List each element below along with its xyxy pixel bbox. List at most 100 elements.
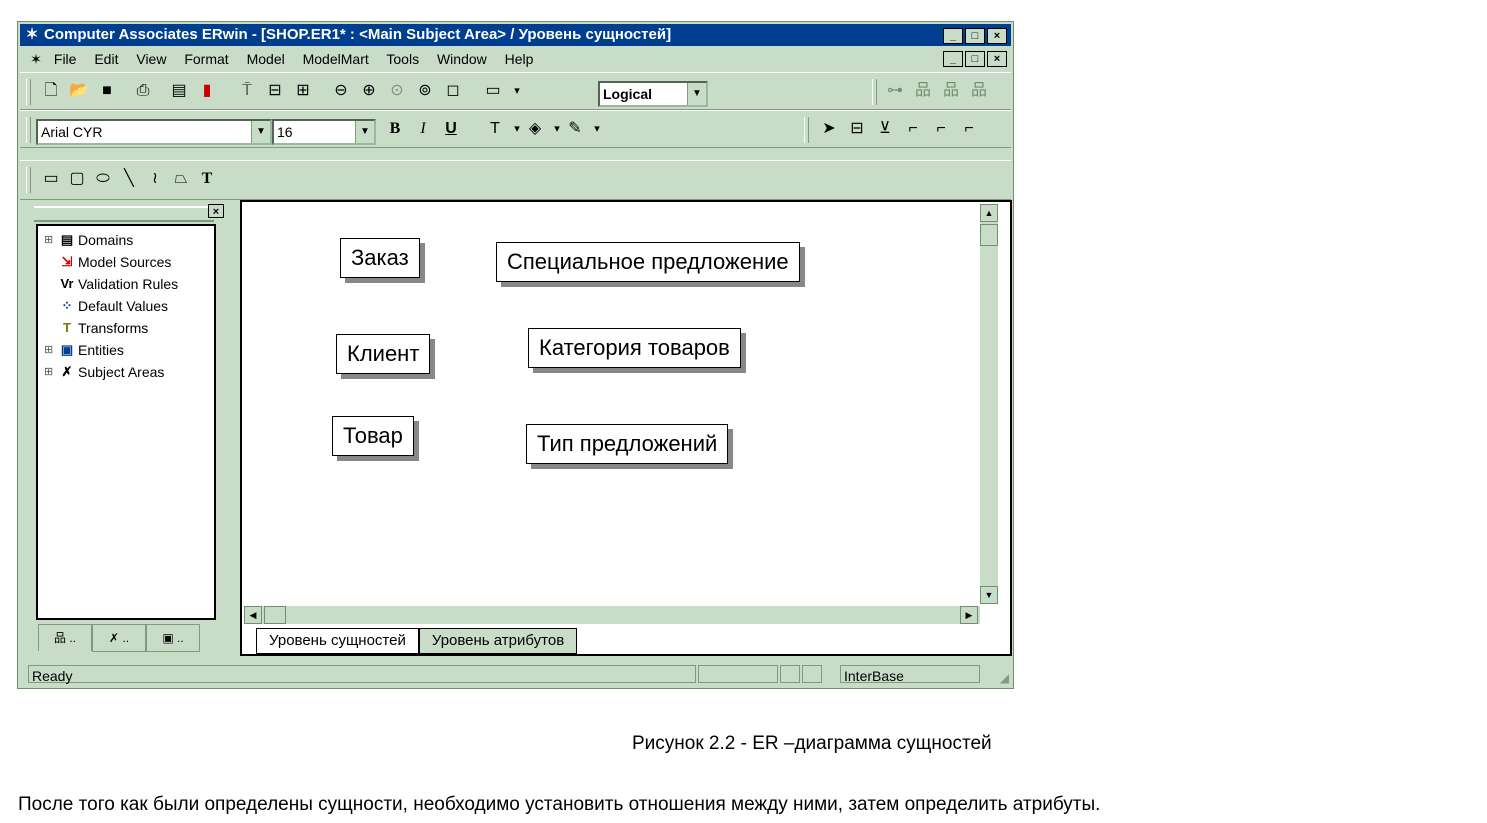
entity-box[interactable]: Специальное предложение	[496, 242, 800, 282]
toolbar-grip[interactable]	[26, 79, 31, 105]
entity-box[interactable]: Клиент	[336, 334, 431, 374]
scroll-down-icon[interactable]: ▼	[980, 586, 998, 604]
resize-grip-icon[interactable]: ◢	[1000, 668, 1009, 688]
toolbar-grip[interactable]	[26, 167, 31, 193]
save-icon[interactable]: ■	[96, 80, 118, 102]
entity-tool-icon[interactable]: ⊟	[846, 118, 868, 140]
expand-icon[interactable]: ⊞	[44, 362, 56, 382]
validation-rules-icon: Vr	[60, 276, 74, 291]
menu-file[interactable]: File	[54, 51, 77, 67]
toolbar-grip[interactable]	[872, 79, 877, 105]
pen-color-icon[interactable]: ✎	[564, 118, 586, 140]
doc-close-button[interactable]: ×	[987, 51, 1007, 67]
diagram-canvas[interactable]: Заказ Специальное предложение Клиент Кат…	[246, 204, 980, 606]
zoom-in-icon[interactable]: ⊕	[358, 80, 380, 102]
menu-view[interactable]: View	[136, 51, 166, 67]
zoom-out-icon[interactable]: ⊖	[330, 80, 352, 102]
zoom-normal-icon[interactable]: ⊙	[386, 80, 408, 102]
status-database: InterBase	[840, 665, 980, 684]
key-display-icon[interactable]: ⊞	[292, 80, 314, 102]
menu-help[interactable]: Help	[505, 51, 534, 67]
chevron-down-icon[interactable]: ▼	[251, 121, 270, 143]
model-tree: ⊞ ▤ Domains ⇲ Model Sources Vr Validation Ru…	[36, 224, 216, 620]
font-size-select[interactable]: 16 ▼	[272, 119, 376, 145]
expand-icon[interactable]: ⊞	[44, 230, 56, 250]
font-name-select[interactable]: Arial CYR ▼	[36, 119, 272, 145]
menu-modelmart[interactable]: ModelMart	[303, 51, 369, 67]
tree-item-model-sources[interactable]: ⇲ Model Sources	[44, 252, 172, 272]
maximize-button[interactable]: □	[965, 28, 985, 44]
new-file-icon[interactable]: 🗋	[40, 80, 62, 102]
tree-item-default-values[interactable]: ⁘ Default Values	[44, 296, 168, 316]
toolbar-grip[interactable]	[26, 117, 31, 143]
scroll-right-icon[interactable]: ▶	[960, 606, 978, 624]
polyline-icon[interactable]: ≀	[144, 168, 166, 190]
print-icon[interactable]: ⎙	[132, 80, 154, 102]
toolbar-grip[interactable]	[804, 117, 809, 143]
zoom-page-icon[interactable]: ◻	[442, 80, 464, 102]
panel-grip[interactable]	[34, 206, 214, 222]
category-tool-icon[interactable]: ⊻	[874, 118, 896, 140]
menu-format[interactable]: Format	[184, 51, 228, 67]
ellipse-icon[interactable]: ⬭	[92, 168, 114, 190]
scroll-up-icon[interactable]: ▲	[980, 204, 998, 222]
dropdown-arrow-icon[interactable]: ▾	[586, 118, 608, 140]
tab-attribute-level[interactable]: Уровень атрибутов	[418, 628, 578, 654]
display-level-icon[interactable]: ▭	[482, 80, 504, 102]
entity-box[interactable]: Тип предложений	[526, 424, 729, 464]
document-menu-icon[interactable]: ✶	[28, 48, 44, 70]
polygon-icon[interactable]: ⏢	[170, 168, 192, 190]
rounded-rectangle-icon[interactable]: ▢	[66, 168, 88, 190]
fill-color-icon[interactable]: ◈	[524, 118, 546, 140]
tab-entities[interactable]: ▣ ..	[146, 624, 200, 652]
minimize-button[interactable]: _	[943, 28, 963, 44]
italic-icon[interactable]: I	[412, 118, 434, 140]
display-level-select[interactable]: Logical ▼	[598, 81, 708, 107]
menu-tools[interactable]: Tools	[386, 51, 419, 67]
tree-item-transforms[interactable]: T Transforms	[44, 318, 148, 338]
model-explorer-panel: × ⊞ ▤ Domains ⇲ Model Sources Vr Validation …	[28, 202, 230, 656]
tab-model[interactable]: 品 ..	[38, 624, 92, 651]
entity-display-icon[interactable]: ⍑	[236, 80, 258, 102]
close-button[interactable]: ×	[987, 28, 1007, 44]
tab-subject-areas[interactable]: ✗ ..	[92, 624, 146, 652]
menu-model[interactable]: Model	[247, 51, 285, 67]
tree-item-entities[interactable]: ⊞ ▣ Entities	[44, 340, 124, 360]
text-tool-icon[interactable]: T	[196, 168, 218, 190]
many-to-many-relationship-icon[interactable]: ⌐	[930, 118, 952, 140]
dropdown-arrow-icon[interactable]: ▾	[506, 80, 528, 102]
chevron-down-icon[interactable]: ▼	[355, 121, 374, 143]
chevron-down-icon[interactable]: ▼	[687, 83, 706, 105]
bold-icon[interactable]: B	[384, 118, 406, 140]
entity-box[interactable]: Заказ	[340, 238, 420, 278]
zoom-fit-icon[interactable]: ⊚	[414, 80, 436, 102]
color-icon[interactable]: ▮	[196, 80, 218, 102]
entity-box[interactable]: Категория товаров	[528, 328, 741, 368]
tree-item-domains[interactable]: ⊞ ▤ Domains	[44, 230, 133, 250]
tab-entity-level[interactable]: Уровень сущностей	[256, 628, 419, 654]
entity-box[interactable]: Товар	[332, 416, 414, 456]
rectangle-icon[interactable]: ▭	[40, 168, 62, 190]
text-color-icon[interactable]: T	[484, 118, 506, 140]
tree-item-validation-rules[interactable]: Vr Validation Rules	[44, 274, 178, 294]
non-identifying-relationship-icon[interactable]: ⌐	[958, 118, 980, 140]
menu-window[interactable]: Window	[437, 51, 487, 67]
identifying-relationship-icon[interactable]: ⌐	[902, 118, 924, 140]
open-folder-icon[interactable]: 📂	[68, 80, 90, 102]
select-pointer-icon[interactable]: ➤	[818, 118, 840, 140]
attribute-display-icon[interactable]: ⊟	[264, 80, 286, 102]
doc-restore-button[interactable]: □	[965, 51, 985, 67]
scroll-left-icon[interactable]: ◀	[244, 606, 262, 624]
menu-edit[interactable]: Edit	[94, 51, 118, 67]
horizontal-scrollbar[interactable]: ◀ ▶	[244, 606, 980, 624]
scroll-thumb[interactable]	[980, 224, 998, 246]
expand-icon[interactable]: ⊞	[44, 340, 56, 360]
line-icon[interactable]: ╲	[118, 168, 140, 190]
scroll-thumb[interactable]	[264, 606, 286, 624]
tree-item-subject-areas[interactable]: ⊞ ✗ Subject Areas	[44, 362, 164, 382]
underline-icon[interactable]: U	[440, 118, 462, 140]
doc-minimize-button[interactable]: _	[943, 51, 963, 67]
report-icon[interactable]: ▤	[168, 80, 190, 102]
vertical-scrollbar[interactable]: ▲ ▼	[980, 204, 998, 604]
panel-close-icon[interactable]: ×	[208, 204, 224, 218]
